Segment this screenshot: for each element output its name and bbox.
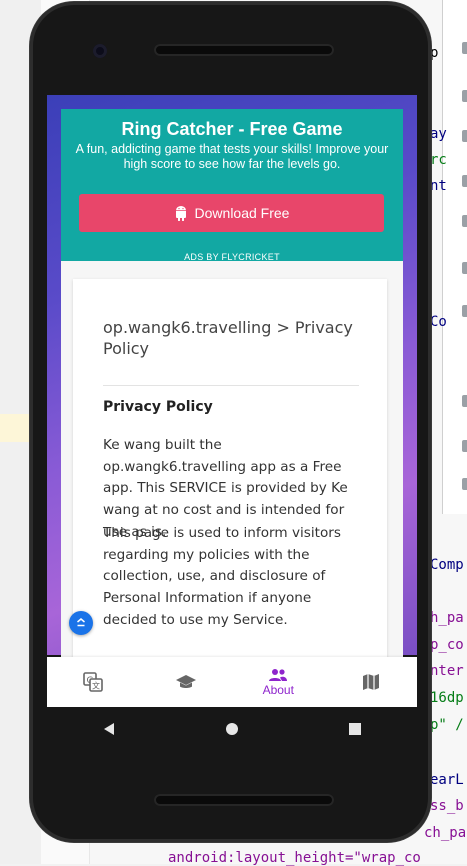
code-line: nt bbox=[430, 178, 447, 194]
back-button[interactable] bbox=[89, 709, 129, 749]
nav-item-map[interactable] bbox=[325, 657, 418, 707]
code-line: ch_pa bbox=[424, 825, 467, 841]
system-navigation-bar bbox=[47, 707, 417, 751]
people-icon bbox=[269, 668, 288, 681]
code-line: Co bbox=[430, 314, 447, 330]
panel-tool-icon[interactable] bbox=[462, 130, 467, 142]
back-triangle-icon bbox=[103, 723, 114, 735]
app-screen: Ring Catcher - Free Game A fun, addictin… bbox=[47, 95, 417, 707]
panel-tool-icon[interactable] bbox=[462, 90, 467, 102]
page-title: op.wangk6.travelling > Privacy Policy bbox=[103, 318, 353, 358]
android-icon bbox=[175, 206, 186, 221]
front-camera bbox=[93, 44, 107, 58]
panel-tool-icon[interactable] bbox=[462, 478, 467, 490]
panel-tool-icon[interactable] bbox=[462, 305, 467, 317]
code-line: 16dp bbox=[430, 690, 464, 706]
panel-tool-icon[interactable] bbox=[462, 262, 467, 274]
nav-label-about: About bbox=[262, 682, 294, 697]
nav-item-learn[interactable] bbox=[140, 657, 233, 707]
nav-item-about[interactable]: About bbox=[232, 657, 325, 707]
home-button[interactable] bbox=[212, 709, 252, 749]
code-line: nter bbox=[430, 663, 464, 679]
panel-tool-icon[interactable] bbox=[462, 42, 467, 54]
bottom-speaker bbox=[154, 794, 334, 806]
top-speaker bbox=[154, 44, 334, 56]
panel-tool-icon[interactable] bbox=[462, 215, 467, 227]
section-heading: Privacy Policy bbox=[103, 399, 213, 415]
download-free-label: Download Free bbox=[194, 205, 290, 221]
ad-title: Ring Catcher - Free Game bbox=[121, 119, 343, 139]
code-line: p_co bbox=[430, 637, 464, 653]
code-line: rc bbox=[430, 152, 447, 168]
translate-icon: G 文 bbox=[83, 672, 104, 692]
content-area: op.wangk6.travelling > Privacy Policy Pr… bbox=[61, 261, 403, 661]
floating-action-button[interactable] bbox=[69, 611, 93, 635]
panel-tool-icon[interactable] bbox=[462, 175, 467, 187]
ad-banner[interactable]: Ring Catcher - Free Game A fun, addictin… bbox=[61, 109, 403, 262]
code-line: earL bbox=[430, 772, 464, 788]
svg-text:文: 文 bbox=[92, 681, 100, 691]
nav-item-translate[interactable]: G 文 bbox=[47, 657, 140, 707]
home-circle-icon bbox=[225, 723, 238, 735]
bottom-navigation: G 文 About bbox=[47, 657, 417, 707]
code-line: h_pa bbox=[430, 610, 464, 626]
map-icon bbox=[362, 674, 379, 690]
panel-tool-icon[interactable] bbox=[462, 395, 467, 407]
title-divider bbox=[103, 385, 359, 386]
overview-button[interactable] bbox=[335, 709, 375, 749]
policy-paragraph: This page is used to inform visitors reg… bbox=[103, 525, 341, 628]
code-line: ay bbox=[430, 126, 447, 142]
school-icon bbox=[175, 675, 196, 688]
scroll-up-icon bbox=[77, 618, 85, 627]
ad-description: A fun, addicting game that tests your sk… bbox=[75, 142, 389, 171]
privacy-policy-card: op.wangk6.travelling > Privacy Policy Pr… bbox=[73, 279, 387, 659]
code-line: p" / bbox=[430, 717, 464, 733]
code-line: p bbox=[430, 45, 439, 61]
ide-side-panel bbox=[442, 0, 467, 514]
code-line: ss_b bbox=[430, 798, 464, 814]
code-line: Comp bbox=[430, 557, 464, 573]
panel-tool-icon[interactable] bbox=[462, 440, 467, 452]
overview-square-icon bbox=[349, 723, 362, 735]
download-free-button[interactable]: Download Free bbox=[79, 194, 384, 232]
